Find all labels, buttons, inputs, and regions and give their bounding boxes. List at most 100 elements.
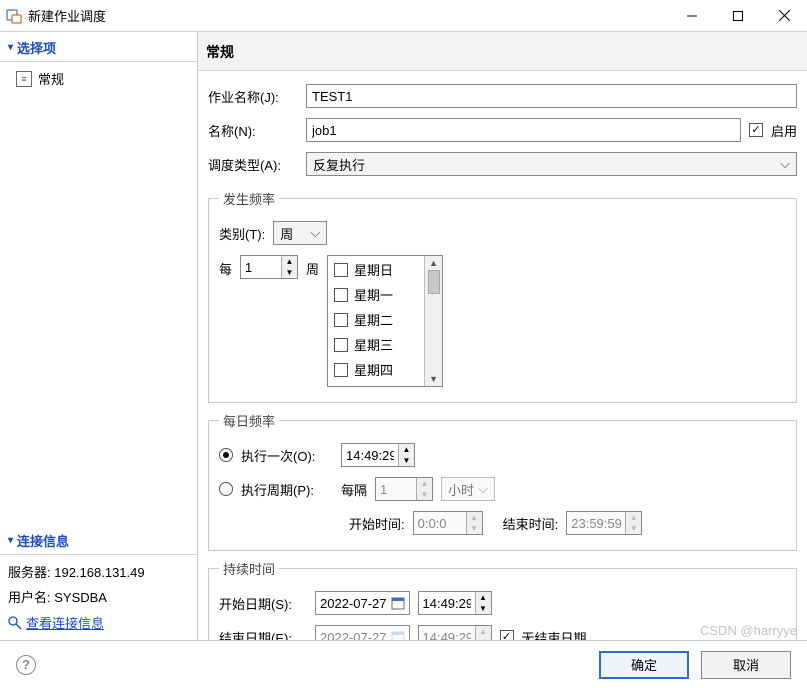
sidebar-section-conn[interactable]: ▾ 连接信息 bbox=[0, 525, 197, 555]
scroll-up-icon[interactable]: ▲ bbox=[429, 258, 438, 268]
titlebar: 新建作业调度 bbox=[0, 0, 807, 32]
job-name-input[interactable] bbox=[306, 84, 797, 108]
execute-period-radio[interactable] bbox=[219, 482, 233, 496]
schedule-type-label: 调度类型(A): bbox=[208, 155, 298, 174]
collapse-icon: ▾ bbox=[8, 535, 13, 546]
start-date-picker[interactable]: 2022-07-27 bbox=[315, 591, 410, 615]
execute-once-label: 执行一次(O): bbox=[241, 446, 333, 465]
every-label: 每 bbox=[219, 255, 232, 278]
minimize-button[interactable] bbox=[669, 0, 715, 31]
end-date-time-value bbox=[419, 626, 475, 640]
enable-checkbox[interactable] bbox=[749, 123, 763, 137]
page-title: 常规 bbox=[198, 32, 807, 71]
scroll-thumb[interactable] bbox=[428, 270, 440, 294]
main-panel: 常规 作业名称(J): 名称(N): 启用 调度类型(A): 反复执行 ⌵ bbox=[198, 32, 807, 640]
scroll-down-icon[interactable]: ▼ bbox=[429, 374, 438, 384]
end-time-value bbox=[567, 512, 625, 534]
spin-down-icon[interactable]: ▼ bbox=[399, 455, 414, 466]
period-value bbox=[376, 478, 416, 500]
cancel-label: 取消 bbox=[733, 655, 759, 674]
help-button[interactable]: ? bbox=[16, 655, 36, 675]
sidebar-section-select[interactable]: ▾ 选择项 bbox=[0, 32, 197, 62]
unit-label: 周 bbox=[306, 255, 319, 278]
weekday-checkbox[interactable] bbox=[334, 363, 348, 377]
weekday-checkbox[interactable] bbox=[334, 288, 348, 302]
execute-once-radio[interactable] bbox=[219, 448, 233, 462]
enable-label: 启用 bbox=[771, 121, 797, 140]
start-time-spinner: ▲▼ bbox=[413, 511, 483, 535]
app-icon bbox=[6, 8, 22, 24]
start-date-time-value[interactable] bbox=[419, 592, 475, 614]
start-time-label: 开始时间: bbox=[349, 514, 405, 533]
duration-group: 持续时间 开始日期(S): 2022-07-27 ▲▼ 结束日期(E): bbox=[208, 559, 797, 640]
start-date-label: 开始日期(S): bbox=[219, 594, 307, 613]
spin-up-icon: ▲ bbox=[626, 512, 641, 523]
weekday-item: 星期日 bbox=[334, 260, 418, 279]
sidebar: ▾ 选择项 ≡ 常规 ▾ 连接信息 服务器: 192.168.131.49 用户… bbox=[0, 32, 198, 640]
connection-info: 服务器: 192.168.131.49 用户名: SYSDBA 查看连接信息 bbox=[0, 555, 197, 640]
end-date-label: 结束日期(E): bbox=[219, 628, 307, 641]
weekday-item: 星期三 bbox=[334, 335, 418, 354]
spin-up-icon[interactable]: ▲ bbox=[282, 256, 297, 267]
start-date-time-spinner[interactable]: ▲▼ bbox=[418, 591, 492, 615]
link-icon bbox=[8, 616, 22, 630]
spin-down-icon: ▼ bbox=[467, 523, 482, 534]
every-spinner[interactable]: ▲▼ bbox=[240, 255, 298, 279]
end-date-value: 2022-07-27 bbox=[320, 630, 387, 641]
weekday-item: 星期四 bbox=[334, 360, 418, 379]
end-date-picker: 2022-07-27 bbox=[315, 625, 410, 640]
user-value: SYSDBA bbox=[54, 590, 107, 605]
once-time-value[interactable] bbox=[342, 444, 398, 466]
spin-up-icon: ▲ bbox=[417, 478, 432, 489]
chevron-down-icon: ⌵ bbox=[478, 481, 488, 497]
cancel-button[interactable]: 取消 bbox=[701, 651, 791, 679]
every-value[interactable] bbox=[241, 256, 281, 278]
select-value: 反复执行 bbox=[313, 155, 365, 174]
ok-label: 确定 bbox=[631, 655, 657, 674]
category-label: 类别(T): bbox=[219, 224, 265, 243]
category-select[interactable]: 周 ⌵ bbox=[273, 221, 327, 245]
close-button[interactable] bbox=[761, 0, 807, 31]
weekday-listbox[interactable]: 星期日 星期一 星期二 星期三 星期四 星期五 ▲ ▼ bbox=[327, 255, 443, 387]
weekday-checkbox[interactable] bbox=[334, 313, 348, 327]
spin-up-icon: ▲ bbox=[476, 626, 491, 637]
sidebar-section-label: 连接信息 bbox=[17, 531, 69, 550]
once-time-spinner[interactable]: ▲▼ bbox=[341, 443, 415, 467]
weekday-item: 星期一 bbox=[334, 285, 418, 304]
weekday-label: 星期五 bbox=[354, 385, 393, 386]
schedule-type-select[interactable]: 反复执行 ⌵ bbox=[306, 152, 797, 176]
spin-down-icon[interactable]: ▼ bbox=[476, 603, 491, 614]
period-value-spinner: ▲▼ bbox=[375, 477, 433, 501]
scrollbar[interactable]: ▲ ▼ bbox=[424, 256, 442, 386]
spin-up-icon[interactable]: ▲ bbox=[399, 444, 414, 455]
view-connection-link[interactable]: 查看连接信息 bbox=[8, 609, 189, 632]
ok-button[interactable]: 确定 bbox=[599, 651, 689, 679]
sidebar-item-label: 常规 bbox=[38, 69, 64, 88]
no-end-date-checkbox[interactable] bbox=[500, 630, 514, 640]
sidebar-item-general[interactable]: ≡ 常规 bbox=[0, 66, 197, 91]
execute-period-label: 执行周期(P): bbox=[241, 480, 333, 499]
frequency-legend: 发生频率 bbox=[219, 189, 279, 208]
collapse-icon: ▾ bbox=[8, 42, 13, 53]
end-date-time-spinner: ▲▼ bbox=[418, 625, 492, 640]
period-unit-select: 小时 ⌵ bbox=[441, 477, 495, 501]
spin-down-icon[interactable]: ▼ bbox=[282, 267, 297, 278]
name-input[interactable] bbox=[306, 118, 741, 142]
weekday-label: 星期一 bbox=[354, 285, 393, 304]
end-time-label: 结束时间: bbox=[503, 514, 559, 533]
select-value: 小时 bbox=[448, 480, 474, 499]
weekday-item: 星期二 bbox=[334, 310, 418, 329]
spin-up-icon[interactable]: ▲ bbox=[476, 592, 491, 603]
weekday-checkbox[interactable] bbox=[334, 263, 348, 277]
maximize-button[interactable] bbox=[715, 0, 761, 31]
start-time-value bbox=[414, 512, 466, 534]
chevron-down-icon: ⌵ bbox=[780, 156, 790, 172]
weekday-checkbox[interactable] bbox=[334, 338, 348, 352]
server-value: 192.168.131.49 bbox=[54, 565, 144, 580]
select-value: 周 bbox=[280, 224, 293, 243]
chevron-down-icon: ⌵ bbox=[310, 225, 320, 241]
spin-down-icon: ▼ bbox=[626, 523, 641, 534]
calendar-icon bbox=[391, 630, 405, 640]
period-every-label: 每隔 bbox=[341, 480, 367, 499]
spin-up-icon: ▲ bbox=[467, 512, 482, 523]
